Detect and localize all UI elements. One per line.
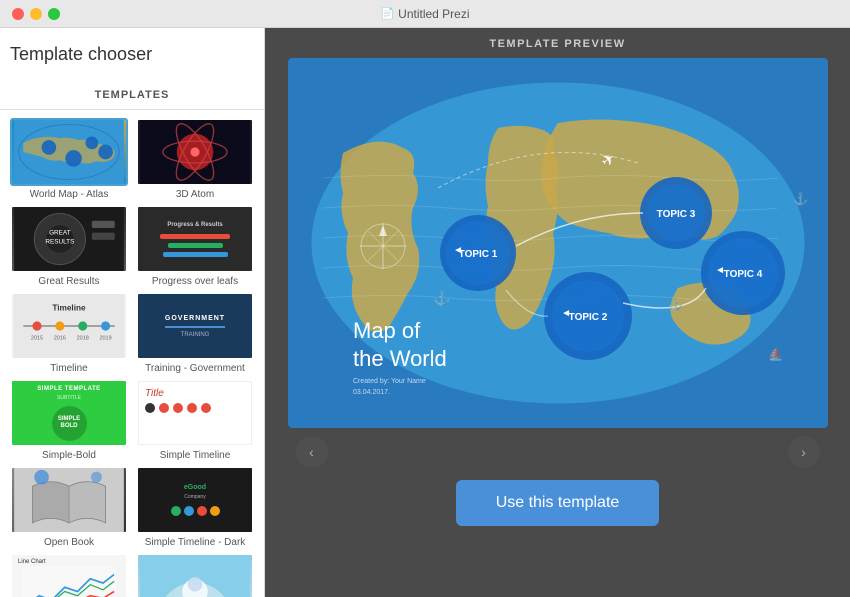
traffic-lights — [12, 8, 60, 20]
close-button[interactable] — [12, 8, 24, 20]
template-name-3d-atom: 3D Atom — [136, 189, 254, 201]
svg-text:Created by: Your Name: Created by: Your Name — [353, 378, 426, 385]
template-item-future[interactable]: Future — [136, 553, 254, 597]
template-row-6: Line Chart Line Chart — [10, 553, 254, 597]
next-arrow[interactable]: › — [788, 436, 820, 468]
preview-area: TOPIC 1 ◄ TOPIC 2 ◄ TOPIC 3 TOPIC 4 ◄ — [288, 58, 828, 428]
use-template-button[interactable]: Use this template — [456, 480, 660, 526]
document-icon: 📄 — [380, 7, 394, 20]
right-panel: TEMPLATE PREVIEW — [265, 28, 850, 597]
preview-header: TEMPLATE PREVIEW — [265, 28, 850, 58]
left-panel: Template chooser TEMPLATES — [0, 28, 265, 597]
template-item-timeline[interactable]: Timeline 2015 2016 2018 2019 — [10, 292, 128, 375]
template-item-great-results[interactable]: GREAT RESULTS Great Results — [10, 205, 128, 288]
svg-text:2016: 2016 — [54, 336, 66, 342]
template-item-simple-bold[interactable]: SIMPLE TEMPLATE SUBTITLE SIMPLEBOLD Simp… — [10, 379, 128, 462]
panel-header: Template chooser — [0, 28, 264, 85]
template-row-3: Timeline 2015 2016 2018 2019 — [10, 292, 254, 375]
svg-text:TOPIC 3: TOPIC 3 — [656, 209, 695, 220]
svg-text:2015: 2015 — [31, 336, 43, 342]
svg-text:Map of: Map of — [353, 318, 421, 343]
svg-text:TOPIC 2: TOPIC 2 — [568, 312, 607, 323]
template-item-simple-timeline[interactable]: Title Simple Timeline — [136, 379, 254, 462]
template-item-training-government[interactable]: GOVERNMENT TRAINING Training - Governmen… — [136, 292, 254, 375]
template-row-1: World Map - Atlas — [10, 118, 254, 201]
svg-text:2019: 2019 — [99, 336, 111, 342]
templates-label: TEMPLATES — [0, 85, 264, 110]
svg-text:◄: ◄ — [715, 265, 725, 276]
panel-title: Template chooser — [10, 44, 254, 65]
template-row-5: Open Book eGood Company — [10, 466, 254, 549]
svg-text:2018: 2018 — [77, 336, 89, 342]
main-container: Template chooser TEMPLATES — [0, 28, 850, 597]
svg-text:TOPIC 4: TOPIC 4 — [723, 269, 762, 280]
template-name-simple-timeline-dark: Simple Timeline - Dark — [136, 537, 254, 549]
svg-text:⚓: ⚓ — [793, 192, 808, 206]
svg-text:03.04.2017.: 03.04.2017. — [353, 389, 390, 396]
template-row-2: GREAT RESULTS Great Results Progress & R… — [10, 205, 254, 288]
svg-text:RESULTS: RESULTS — [45, 239, 74, 246]
svg-text:TOPIC 1: TOPIC 1 — [458, 249, 497, 260]
svg-text:the World: the World — [353, 346, 447, 371]
template-name-world-map: World Map - Atlas — [10, 189, 128, 201]
svg-text:Timeline: Timeline — [52, 303, 86, 312]
template-row-4: SIMPLE TEMPLATE SUBTITLE SIMPLEBOLD Simp… — [10, 379, 254, 462]
template-name-training-government: Training - Government — [136, 363, 254, 375]
title-bar: 📄 Untitled Prezi — [0, 0, 850, 28]
template-name-simple-bold: Simple-Bold — [10, 450, 128, 462]
svg-text:⛵: ⛵ — [768, 347, 783, 361]
template-name-simple-timeline: Simple Timeline — [136, 450, 254, 462]
template-item-line-chart[interactable]: Line Chart Line Chart — [10, 553, 128, 597]
template-name-timeline: Timeline — [10, 363, 128, 375]
template-item-3d-atom[interactable]: 3D Atom — [136, 118, 254, 201]
maximize-button[interactable] — [48, 8, 60, 20]
templates-grid: World Map - Atlas — [0, 110, 264, 597]
nav-arrows: ‹ › — [288, 436, 828, 468]
minimize-button[interactable] — [30, 8, 42, 20]
template-name-open-book: Open Book — [10, 537, 128, 549]
svg-text:◄: ◄ — [561, 308, 571, 319]
template-name-progress-leafs: Progress over leafs — [136, 276, 254, 288]
template-item-simple-timeline-dark[interactable]: eGood Company Simple Timeline - Dark — [136, 466, 254, 549]
window-title: 📄 Untitled Prezi — [380, 7, 469, 21]
template-name-great-results: Great Results — [10, 276, 128, 288]
svg-text:◄: ◄ — [453, 245, 463, 256]
template-item-open-book[interactable]: Open Book — [10, 466, 128, 549]
template-item-progress-leafs[interactable]: Progress & Results Progress over leafs — [136, 205, 254, 288]
svg-text:⚓: ⚓ — [668, 297, 683, 311]
svg-text:GREAT: GREAT — [49, 229, 71, 236]
template-item-world-map[interactable]: World Map - Atlas — [10, 118, 128, 201]
svg-text:⚓: ⚓ — [433, 290, 450, 307]
prev-arrow[interactable]: ‹ — [296, 436, 328, 468]
